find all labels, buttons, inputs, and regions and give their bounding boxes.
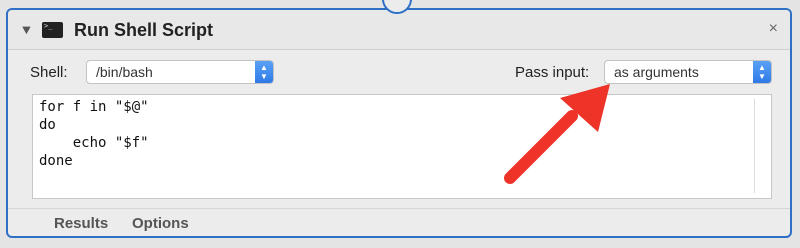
red-arrow-annotation — [504, 84, 610, 184]
arrow-shaft — [504, 110, 578, 184]
